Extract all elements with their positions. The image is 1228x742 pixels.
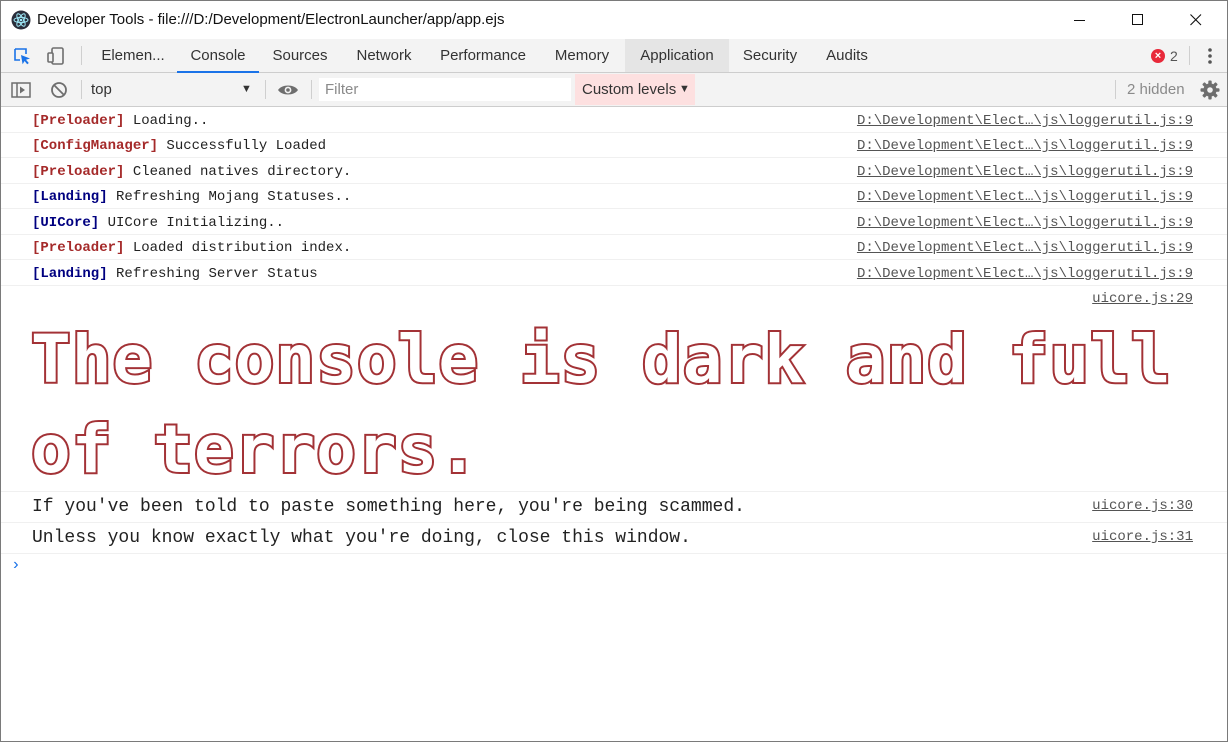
- source-link[interactable]: D:\Development\Elect…\js\loggerutil.js:9: [857, 138, 1193, 154]
- clear-console-button[interactable]: [45, 73, 73, 106]
- live-expression-button[interactable]: [273, 73, 303, 106]
- toolbar-divider: [311, 80, 312, 99]
- gear-icon: [1200, 80, 1220, 99]
- message-text: [Preloader] Loading..: [32, 113, 208, 129]
- source-link[interactable]: uicore.js:30: [1092, 498, 1193, 514]
- message-text: [Landing] Refreshing Server Status: [32, 266, 318, 282]
- message-text: [Preloader] Cleaned natives directory.: [32, 164, 351, 180]
- sidebar-toggle-icon: [11, 81, 31, 98]
- source-link[interactable]: D:\Development\Elect…\js\loggerutil.js:9: [857, 189, 1193, 205]
- message-tag: [Preloader]: [32, 164, 125, 180]
- message-body: Loading..: [124, 113, 209, 129]
- console-warning-banner: uicore.js:29 The console is dark and ful…: [1, 285, 1227, 492]
- console-message: If you've been told to paste something h…: [1, 492, 1227, 523]
- console-message: Unless you know exactly what you're doin…: [1, 523, 1227, 554]
- message-text: [UICore] UICore Initializing..: [32, 215, 284, 231]
- tab-performance[interactable]: Performance: [427, 39, 539, 72]
- message-body: Cleaned natives directory.: [124, 164, 352, 180]
- error-counter[interactable]: × 2: [1151, 39, 1178, 72]
- error-count: 2: [1170, 47, 1178, 64]
- toolbar-divider: [1115, 80, 1116, 99]
- close-icon: [1190, 14, 1202, 26]
- tab-application[interactable]: Application: [625, 39, 729, 72]
- dropdown-arrow-icon: ▼: [241, 83, 252, 95]
- maximize-button[interactable]: [1109, 1, 1167, 39]
- maximize-icon: [1132, 14, 1143, 25]
- message-tag: [Preloader]: [32, 113, 125, 129]
- console-message: [Landing] Refreshing Server Status D:\De…: [1, 260, 1227, 286]
- more-options-button[interactable]: [1197, 39, 1223, 72]
- toolbar-divider: [81, 80, 82, 99]
- toolbar-divider: [265, 80, 266, 99]
- panel-tab-bar: Elemen... Console Sources Network Perfor…: [1, 39, 1227, 73]
- context-value: top: [91, 81, 112, 98]
- warning-headline: The console is dark and full of terrors.: [29, 319, 1173, 490]
- tab-network[interactable]: Network: [341, 39, 427, 72]
- tab-sources[interactable]: Sources: [259, 39, 341, 72]
- close-window-button[interactable]: [1167, 1, 1225, 39]
- title-bar: Developer Tools - file:///D:/Development…: [1, 1, 1227, 39]
- minimize-button[interactable]: [1051, 1, 1109, 39]
- console-toolbar: top ▼ Custom levels ▼ 2 hidden: [1, 73, 1227, 107]
- message-text: Unless you know exactly what you're doin…: [32, 528, 691, 548]
- show-sidebar-button[interactable]: [7, 73, 35, 106]
- source-link[interactable]: D:\Development\Elect…\js\loggerutil.js:9: [857, 164, 1193, 180]
- dropdown-arrow-icon: ▼: [679, 83, 690, 95]
- message-tag: [Landing]: [32, 266, 108, 282]
- execution-context-select[interactable]: top ▼: [85, 77, 257, 102]
- source-link[interactable]: D:\Development\Elect…\js\loggerutil.js:9: [857, 113, 1193, 129]
- tab-elements[interactable]: Elemen...: [89, 39, 177, 72]
- inspect-element-button[interactable]: [5, 39, 39, 72]
- console-prompt[interactable]: ›: [11, 556, 21, 574]
- message-tag: [Preloader]: [32, 240, 125, 256]
- tab-console[interactable]: Console: [177, 39, 259, 73]
- message-tag: [Landing]: [32, 189, 108, 205]
- window-title: Developer Tools - file:///D:/Development…: [37, 11, 505, 28]
- source-link[interactable]: D:\Development\Elect…\js\loggerutil.js:9: [857, 215, 1193, 231]
- kebab-menu-icon: [1208, 47, 1212, 64]
- toolbar-divider: [1189, 46, 1190, 65]
- source-link[interactable]: uicore.js:31: [1092, 529, 1193, 545]
- message-tag: [UICore]: [32, 215, 100, 231]
- message-text: [ConfigManager] Successfully Loaded: [32, 138, 326, 154]
- message-text: [Landing] Refreshing Mojang Statuses..: [32, 189, 351, 205]
- toolbar-divider: [81, 46, 82, 65]
- electron-logo-icon: [11, 10, 31, 30]
- tab-security[interactable]: Security: [729, 39, 811, 72]
- hidden-messages-count: 2 hidden: [1127, 81, 1185, 98]
- console-message: [ConfigManager] Successfully Loaded D:\D…: [1, 132, 1227, 158]
- console-message: [Preloader] Loaded distribution index. D…: [1, 234, 1227, 260]
- console-settings-button[interactable]: [1197, 73, 1223, 106]
- source-link[interactable]: uicore.js:29: [1092, 291, 1193, 307]
- console-output[interactable]: [Preloader] Loading.. D:\Development\Ele…: [1, 107, 1227, 741]
- minimize-icon: [1074, 20, 1085, 21]
- console-message: [Landing] Refreshing Mojang Statuses.. D…: [1, 183, 1227, 209]
- console-message: [UICore] UICore Initializing.. D:\Develo…: [1, 209, 1227, 235]
- log-levels-label: Custom levels: [582, 81, 677, 98]
- source-link[interactable]: D:\Development\Elect…\js\loggerutil.js:9: [857, 240, 1193, 256]
- tab-memory[interactable]: Memory: [539, 39, 625, 72]
- error-icon: ×: [1151, 48, 1165, 63]
- message-tag: [ConfigManager]: [32, 138, 159, 154]
- devtools-window: Developer Tools - file:///D:/Development…: [0, 0, 1228, 742]
- tab-audits[interactable]: Audits: [811, 39, 883, 72]
- message-text: If you've been told to paste something h…: [32, 497, 745, 517]
- message-body: Refreshing Server Status: [107, 266, 318, 282]
- message-body: UICore Initializing..: [99, 215, 285, 231]
- filter-input[interactable]: [319, 78, 571, 101]
- device-mode-icon: [47, 46, 64, 65]
- console-message: [Preloader] Cleaned natives directory. D…: [1, 158, 1227, 184]
- message-body: Refreshing Mojang Statuses..: [107, 189, 352, 205]
- message-body: Successfully Loaded: [158, 138, 327, 154]
- device-toolbar-button[interactable]: [39, 39, 73, 72]
- console-message: [Preloader] Loading.. D:\Development\Ele…: [1, 107, 1227, 133]
- message-text: [Preloader] Loaded distribution index.: [32, 240, 351, 256]
- message-body: Loaded distribution index.: [124, 240, 352, 256]
- clear-console-icon: [51, 81, 67, 98]
- source-link[interactable]: D:\Development\Elect…\js\loggerutil.js:9: [857, 266, 1193, 282]
- log-levels-dropdown[interactable]: Custom levels ▼: [575, 74, 695, 105]
- inspect-cursor-icon: [14, 47, 30, 64]
- eye-icon: [278, 85, 298, 94]
